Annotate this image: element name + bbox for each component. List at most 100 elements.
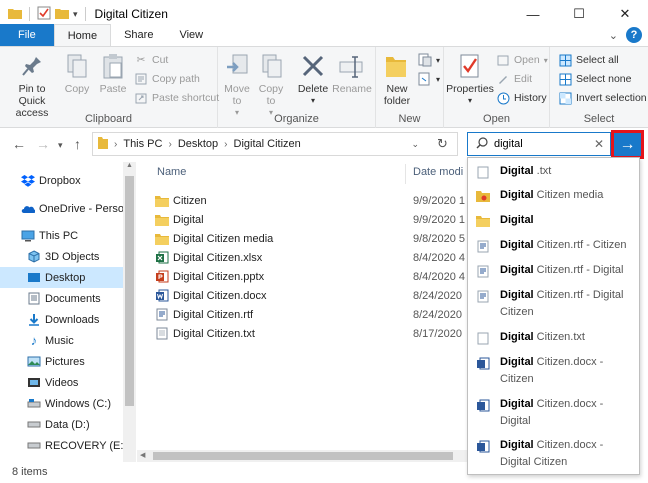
- forward-arrow-icon[interactable]: →: [36, 136, 50, 152]
- suggestion-match: Digital: [500, 331, 534, 343]
- suggestion-item[interactable]: Digital Citizen.txt: [476, 329, 636, 346]
- invert-selection-icon: [558, 91, 572, 105]
- suggestion-item[interactable]: Digital Citizen media: [476, 187, 636, 204]
- tab-share[interactable]: Share: [111, 24, 166, 46]
- suggestion-item[interactable]: Digital: [476, 212, 636, 229]
- search-input[interactable]: [494, 138, 584, 150]
- delete-button[interactable]: Delete ▾: [296, 51, 330, 107]
- cut-button[interactable]: ✂ Cut: [134, 53, 169, 67]
- tab-home[interactable]: Home: [53, 24, 112, 46]
- suggestion-item[interactable]: Digital Citizen.rtf - Citizen: [476, 237, 636, 254]
- suggestion-item[interactable]: Digital Citizen.docx - Digital Citizen: [476, 437, 636, 471]
- sidebar-item-label: Windows (C:): [45, 397, 112, 410]
- up-arrow-icon[interactable]: ↑: [74, 136, 81, 152]
- properties-check-icon[interactable]: [37, 6, 51, 23]
- file-row[interactable]: Digital Citizen.txt: [155, 324, 255, 343]
- address-bar[interactable]: › This PC › Desktop › Digital Citizen ⌄: [92, 132, 458, 156]
- file-row[interactable]: Digital Citizen media: [155, 229, 273, 248]
- sidebar-item-downloads[interactable]: Downloads: [0, 309, 123, 330]
- rename-button[interactable]: Rename: [332, 51, 372, 95]
- divider: [29, 7, 30, 21]
- scroll-left-icon[interactable]: ◀: [140, 451, 145, 459]
- suggestion-item[interactable]: Digital Citizen.rtf - Digital Citizen: [476, 287, 636, 321]
- pin-quick-access-button[interactable]: Pin to Quick access: [4, 51, 60, 119]
- history-button[interactable]: History: [496, 91, 547, 105]
- back-arrow-icon[interactable]: ←: [12, 136, 26, 152]
- sidebar-item-3d-objects[interactable]: 3D Objects: [0, 246, 123, 267]
- new-folder-icon[interactable]: [55, 7, 69, 22]
- horizontal-scroll-thumb[interactable]: [153, 452, 453, 460]
- search-box[interactable]: ✕: [467, 132, 611, 156]
- breadcrumb-digital-citizen[interactable]: Digital Citizen: [234, 138, 301, 150]
- file-list-horizontal-scrollbar[interactable]: ◀: [137, 450, 467, 462]
- sidebar-item-this-pc[interactable]: This PC: [0, 225, 123, 246]
- scroll-up-icon[interactable]: ▲: [126, 162, 133, 169]
- suggestion-item[interactable]: Digital Citizen.docx - Citizen: [476, 354, 636, 388]
- file-row[interactable]: Digital Citizen.xlsx: [155, 248, 262, 267]
- chevron-down-icon: ▾: [467, 96, 472, 105]
- edit-button[interactable]: Edit: [496, 72, 532, 86]
- sidebar-item-documents[interactable]: Documents: [0, 288, 123, 309]
- refresh-icon[interactable]: ↻: [437, 136, 448, 152]
- tab-view[interactable]: View: [166, 24, 216, 46]
- properties-button[interactable]: Properties ▾: [446, 51, 494, 107]
- sidebar-item-label: 3D Objects: [45, 250, 100, 263]
- sidebar-item-dropbox[interactable]: Dropbox: [0, 170, 123, 191]
- copy-button[interactable]: Copy: [62, 51, 92, 95]
- select-none-button[interactable]: Select none: [558, 72, 631, 86]
- properties-icon: [456, 51, 484, 81]
- recent-locations-chevron-icon[interactable]: ▾: [58, 140, 63, 151]
- suggestion-match: Digital: [500, 239, 534, 251]
- suggestion-item[interactable]: Digital .txt: [476, 163, 636, 180]
- copy-path-button[interactable]: Copy path: [134, 72, 200, 86]
- new-item-button[interactable]: ▾: [418, 53, 440, 67]
- sidebar-item-recovery-e[interactable]: RECOVERY (E:): [0, 435, 123, 456]
- help-icon[interactable]: ?: [626, 27, 642, 43]
- sidebar-scrollbar[interactable]: ▲: [123, 162, 136, 462]
- suggestion-match: Digital: [500, 289, 534, 301]
- breadcrumb-this-pc[interactable]: This PC: [123, 138, 162, 150]
- copy-to-button[interactable]: Copy to ▾: [256, 51, 286, 119]
- file-row[interactable]: Citizen: [155, 191, 207, 210]
- drive-icon: [27, 397, 41, 411]
- sidebar-item-desktop[interactable]: Desktop: [0, 267, 123, 288]
- download-icon: [27, 313, 41, 327]
- column-divider[interactable]: [405, 164, 406, 184]
- file-row[interactable]: Digital Citizen.pptx: [155, 267, 264, 286]
- sidebar-item-videos[interactable]: Videos: [0, 372, 123, 393]
- sidebar-item-music[interactable]: ♪ Music: [0, 330, 123, 351]
- file-row[interactable]: Digital Citizen.docx: [155, 286, 267, 305]
- search-go-button[interactable]: →: [611, 130, 644, 159]
- sidebar-item-onedrive[interactable]: OneDrive - Person: [0, 198, 123, 219]
- column-header-name[interactable]: Name: [157, 166, 186, 178]
- breadcrumb-desktop[interactable]: Desktop: [178, 138, 218, 150]
- new-folder-button[interactable]: New folder: [380, 51, 414, 107]
- search-suggestions: Digital .txt Digital Citizen media Digit…: [467, 157, 640, 475]
- suggestion-rest: Citizen media: [533, 189, 604, 201]
- chevron-right-icon: ›: [114, 138, 118, 150]
- open-button[interactable]: Open ▾: [496, 53, 548, 67]
- move-to-button[interactable]: Move to ▾: [222, 51, 252, 119]
- address-dropdown-icon[interactable]: ⌄: [411, 139, 419, 150]
- file-row[interactable]: Digital: [155, 210, 204, 229]
- cut-label: Cut: [152, 54, 169, 66]
- chevron-down-icon[interactable]: ⌄: [609, 29, 618, 42]
- sidebar-scroll-thumb[interactable]: [125, 176, 134, 406]
- clear-search-icon[interactable]: ✕: [594, 137, 604, 151]
- sidebar-item-label: Data (D:): [45, 418, 90, 431]
- select-all-button[interactable]: Select all: [558, 53, 619, 67]
- suggestion-item[interactable]: Digital Citizen.rtf - Digital: [476, 262, 636, 279]
- easy-access-button[interactable]: ▾: [418, 72, 440, 86]
- paste-shortcut-button[interactable]: Paste shortcut: [134, 91, 219, 105]
- suggestion-item[interactable]: Digital Citizen.docx - Digital: [476, 396, 636, 430]
- invert-selection-button[interactable]: Invert selection: [558, 91, 647, 105]
- tab-file[interactable]: File: [0, 24, 54, 46]
- sidebar-item-windows-c[interactable]: Windows (C:): [0, 393, 123, 414]
- sidebar-item-data-d[interactable]: Data (D:): [0, 414, 123, 435]
- paste-button[interactable]: Paste: [96, 51, 130, 95]
- customize-dropdown-icon[interactable]: ▾: [73, 9, 78, 20]
- sidebar-item-pictures[interactable]: Pictures: [0, 351, 123, 372]
- quick-access-toolbar: ▾: [0, 6, 89, 23]
- column-header-date[interactable]: Date modi: [413, 166, 463, 178]
- file-row[interactable]: Digital Citizen.rtf: [155, 305, 253, 324]
